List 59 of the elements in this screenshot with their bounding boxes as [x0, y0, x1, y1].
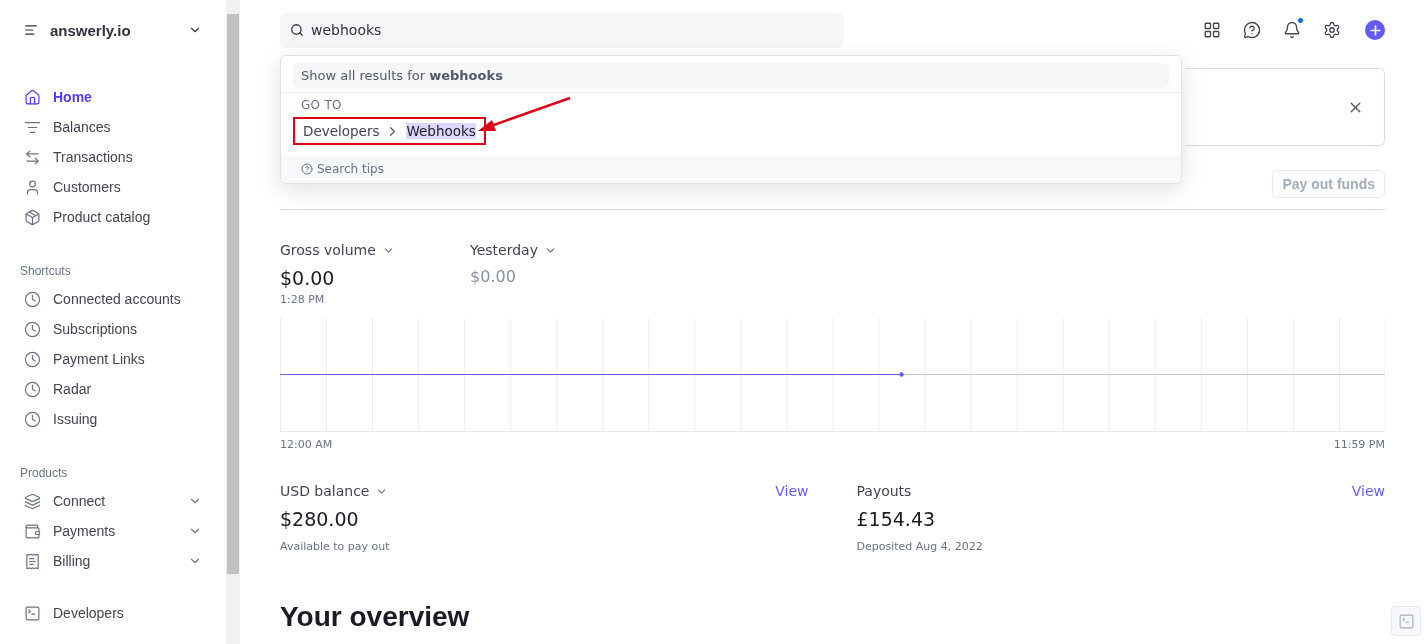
balance-value: $280.00: [280, 508, 360, 530]
view-link[interactable]: View: [1351, 483, 1385, 499]
axis-label: 11:59 PM: [1333, 438, 1385, 451]
terminal-icon: [1397, 612, 1415, 630]
home-icon: [24, 88, 41, 106]
metric-value: $0.00: [280, 267, 336, 289]
sidebar-item[interactable]: Connect: [20, 486, 206, 516]
person-icon: [24, 178, 41, 196]
plus-icon: [1367, 22, 1383, 38]
search-field[interactable]: webhooks: [280, 12, 844, 48]
sidebar-item[interactable]: Payment Links: [20, 344, 206, 374]
terminal-icon: [24, 604, 41, 622]
sidebar-item[interactable]: Developers: [20, 598, 206, 628]
search-tips-link[interactable]: Search tips: [281, 155, 1181, 183]
section-title: Shortcuts: [20, 264, 72, 280]
receipt-icon: [24, 552, 41, 570]
metric-value: $0.00: [470, 267, 517, 286]
sidebar-item[interactable]: Billing: [20, 546, 206, 576]
balance-note: Available to pay out: [280, 540, 391, 553]
sidebar-item[interactable]: Issuing: [20, 404, 206, 434]
account-switcher[interactable]: answerly.io: [20, 18, 206, 42]
layers-icon: [24, 492, 41, 510]
show-all-results-link[interactable]: Show all results for webhooks: [293, 63, 1169, 88]
metric-selector[interactable]: Gross volume: [280, 240, 470, 260]
section-title: Products: [20, 466, 69, 482]
help-icon: [301, 163, 313, 175]
balance-selector[interactable]: USD balance: [280, 481, 389, 501]
search-result[interactable]: Developers Webhooks: [293, 117, 486, 145]
section-heading: Your overview: [280, 601, 471, 633]
metric-time: 1:28 PM: [280, 293, 326, 306]
balance-label: Payouts: [856, 482, 912, 501]
axis-label: 12:00 AM: [280, 438, 333, 451]
balance-note: Deposited Aug 4, 2022: [856, 540, 984, 553]
clock-icon: [24, 320, 41, 338]
balance-value: £154.43: [856, 508, 937, 530]
sidebar-item[interactable]: Radar: [20, 374, 206, 404]
clock-icon: [24, 350, 41, 368]
sidebar-item[interactable]: Customers: [20, 172, 206, 202]
sidebar-item[interactable]: Balances: [20, 112, 206, 142]
sidebar-item[interactable]: Home: [20, 82, 206, 112]
clock-icon: [24, 380, 41, 398]
clock-icon: [24, 410, 41, 428]
menu-icon: [24, 23, 38, 37]
sidebar-item[interactable]: Subscriptions: [20, 314, 206, 344]
sidebar-item[interactable]: Transactions: [20, 142, 206, 172]
sidebar-item[interactable]: Payments: [20, 516, 206, 546]
sidebar-item[interactable]: Connected accounts: [20, 284, 206, 314]
search-icon: [290, 22, 304, 37]
metric-selector[interactable]: Yesterday: [470, 240, 660, 260]
scrollbar[interactable]: [226, 0, 240, 644]
arrows-icon: [24, 148, 41, 166]
create-button[interactable]: [1365, 20, 1385, 40]
help-button[interactable]: [1241, 19, 1263, 41]
box-icon: [24, 208, 41, 226]
clock-icon: [24, 290, 41, 308]
view-link[interactable]: View: [775, 483, 809, 499]
sidebar-item[interactable]: Product catalog: [20, 202, 206, 232]
wallet-icon: [24, 522, 41, 540]
section-label: GO TO: [281, 92, 1181, 112]
